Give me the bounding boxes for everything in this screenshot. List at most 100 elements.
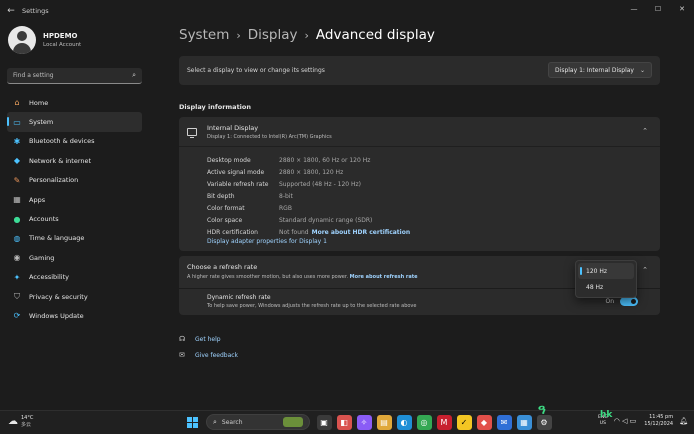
- sidebar-item-label: Privacy & security: [29, 292, 88, 301]
- chevron-down-icon: ⌄: [639, 66, 645, 74]
- edge-icon[interactable]: ◐: [396, 414, 412, 430]
- search-box[interactable]: ⌕: [7, 68, 142, 84]
- spec-value: Standard dynamic range (SDR): [279, 217, 373, 225]
- spec-row: Color space Standard dynamic range (SDR): [207, 214, 410, 226]
- copilot-icon[interactable]: ✧: [356, 414, 372, 430]
- profile[interactable]: HPDEMO Local Account: [8, 26, 81, 54]
- weather-widget[interactable]: ☁ 14°C 多云: [8, 415, 33, 428]
- display-name: Internal Display: [207, 123, 259, 132]
- weather-desc: 多云: [21, 422, 32, 428]
- refresh-option-120[interactable]: 120 Hz: [578, 263, 634, 279]
- app-icon-red[interactable]: ◆: [476, 414, 492, 430]
- sidebar-item-label: System: [29, 118, 54, 127]
- display-specs: Desktop mode 2880 × 1800, 60 Hz or 120 Hz…: [207, 154, 410, 239]
- sidebar-item-home[interactable]: ⌂ Home: [7, 93, 142, 112]
- spec-row: HDR certification Not found More about HDR…: [207, 227, 410, 239]
- close-button[interactable]: ✕: [670, 0, 694, 18]
- title-bar: ← Settings — ☐ ✕: [0, 0, 694, 22]
- dynamic-refresh-toggle[interactable]: [620, 297, 638, 306]
- clock-date: 15/12/2024: [644, 421, 674, 427]
- home-icon: ⌂: [14, 98, 20, 108]
- window-controls: — ☐ ✕: [622, 0, 694, 18]
- spec-key: Color format: [207, 204, 245, 212]
- search-icon: ⌕: [213, 417, 217, 426]
- sidebar-item-label: Accessibility: [29, 273, 69, 282]
- section-title: Display information: [179, 103, 252, 111]
- sidebar-item-privacy-security[interactable]: ⛉ Privacy & security: [7, 287, 142, 306]
- spec-value: RGB: [279, 204, 292, 212]
- display-info-card: Internal Display Display 1: Connected to…: [179, 117, 660, 251]
- sidebar-item-gaming[interactable]: ◉ Gaming: [7, 248, 142, 267]
- chrome-icon[interactable]: ◎: [416, 414, 432, 430]
- region-code: US: [599, 421, 606, 426]
- search-input[interactable]: [13, 72, 133, 79]
- hdr-certification-link[interactable]: More about HDR certification: [312, 229, 411, 236]
- update-icon: ⟳: [13, 311, 21, 321]
- accounts-icon: ●: [13, 214, 21, 224]
- start-icon[interactable]: [185, 415, 200, 430]
- wifi-volume-battery-icon[interactable]: ◠ ◁ ▭: [614, 417, 637, 425]
- app-title: Settings: [22, 7, 49, 15]
- spec-value: 2880 × 1800, 120 Hz: [279, 168, 344, 176]
- chevron-up-icon[interactable]: ⌃: [642, 127, 648, 135]
- settings-window: ← Settings — ☐ ✕ HPDEMO Local Account ⌕ …: [0, 0, 694, 410]
- avatar: [8, 26, 36, 54]
- clock-time: 11:45 pm: [649, 414, 674, 420]
- network-icon: ◆: [13, 156, 21, 166]
- shield-icon: ⛉: [14, 291, 20, 301]
- sidebar-item-label: Personalization: [29, 176, 79, 185]
- adapter-properties-link[interactable]: Display adapter properties for Display 1: [207, 238, 327, 245]
- spec-row: Desktop mode 2880 × 1800, 60 Hz or 120 Hz: [207, 154, 410, 166]
- breadcrumb: System › Display › Advanced display: [179, 27, 435, 43]
- spec-key: Active signal mode: [207, 168, 265, 176]
- refresh-option-48[interactable]: 48 Hz: [578, 279, 634, 295]
- accessibility-icon: ✦: [13, 272, 21, 282]
- taskbar-search[interactable]: ⌕ Search: [206, 414, 310, 430]
- sidebar-item-accounts[interactable]: ● Accounts: [7, 209, 142, 228]
- clock[interactable]: 11:45 pm 15/12/2024: [644, 414, 673, 428]
- notification-bell-icon[interactable]: 🔔︎: [679, 417, 688, 425]
- help-icon: ☊: [179, 335, 186, 343]
- sidebar-item-windows-update[interactable]: ⟳ Windows Update: [7, 306, 142, 325]
- search-icon[interactable]: ⌕: [132, 71, 136, 80]
- files-icon[interactable]: ▤: [376, 414, 392, 430]
- breadcrumb-display[interactable]: Display: [248, 27, 298, 43]
- mail-icon[interactable]: ✉: [496, 414, 512, 430]
- globe-icon: ◍: [13, 233, 21, 243]
- get-help-link[interactable]: Get help: [195, 336, 221, 343]
- refresh-rate-menu: 120 Hz 48 Hz: [575, 260, 637, 298]
- sidebar-item-label: Time & language: [29, 234, 85, 243]
- sidebar-item-apps[interactable]: ▦ Apps: [7, 190, 142, 209]
- spec-value: Not found: [279, 229, 309, 237]
- store-icon[interactable]: ▦: [516, 414, 532, 430]
- breadcrumb-system[interactable]: System: [179, 27, 229, 43]
- sidebar-item-bluetooth-devices[interactable]: ✱ Bluetooth & devices: [7, 132, 142, 151]
- sidebar-item-personalization[interactable]: ✎ Personalization: [7, 171, 142, 190]
- maximize-button[interactable]: ☐: [646, 0, 670, 18]
- brush-icon: ✎: [13, 175, 21, 185]
- sidebar-item-time-language[interactable]: ◍ Time & language: [7, 229, 142, 248]
- sidebar-item-network-internet[interactable]: ◆ Network & internet: [7, 151, 142, 170]
- display-select-label: Select a display to view or change its s…: [187, 67, 325, 74]
- mcafee-icon[interactable]: M: [436, 414, 452, 430]
- back-button[interactable]: ←: [0, 0, 22, 22]
- search-highlight-image: [283, 417, 303, 427]
- display-info-header[interactable]: Internal Display Display 1: Connected to…: [179, 117, 660, 147]
- apps-icon: ▦: [13, 195, 21, 205]
- feedback-icon: ✉: [179, 351, 185, 359]
- widgets-icon[interactable]: ◧: [336, 414, 352, 430]
- norton-icon[interactable]: ✓: [456, 414, 472, 430]
- display-select-card: Select a display to view or change its s…: [179, 56, 660, 85]
- refresh-more-link[interactable]: More about refresh rate: [350, 274, 418, 280]
- display-dropdown-value: Display 1: Internal Display: [555, 66, 634, 74]
- sidebar-item-accessibility[interactable]: ✦ Accessibility: [7, 268, 142, 287]
- minimize-button[interactable]: —: [622, 0, 646, 18]
- sidebar-item-system[interactable]: ▭ System: [7, 112, 142, 132]
- task-view-icon[interactable]: ▣: [316, 414, 332, 430]
- chevron-up-icon[interactable]: ⌃: [642, 266, 648, 274]
- overlay-text: hk: [600, 410, 613, 420]
- overlay-glyph: ዓ: [538, 403, 546, 418]
- display-dropdown[interactable]: Display 1: Internal Display ⌄: [548, 62, 652, 78]
- give-feedback-link[interactable]: Give feedback: [195, 352, 238, 359]
- spec-value: 8-bit: [279, 192, 293, 200]
